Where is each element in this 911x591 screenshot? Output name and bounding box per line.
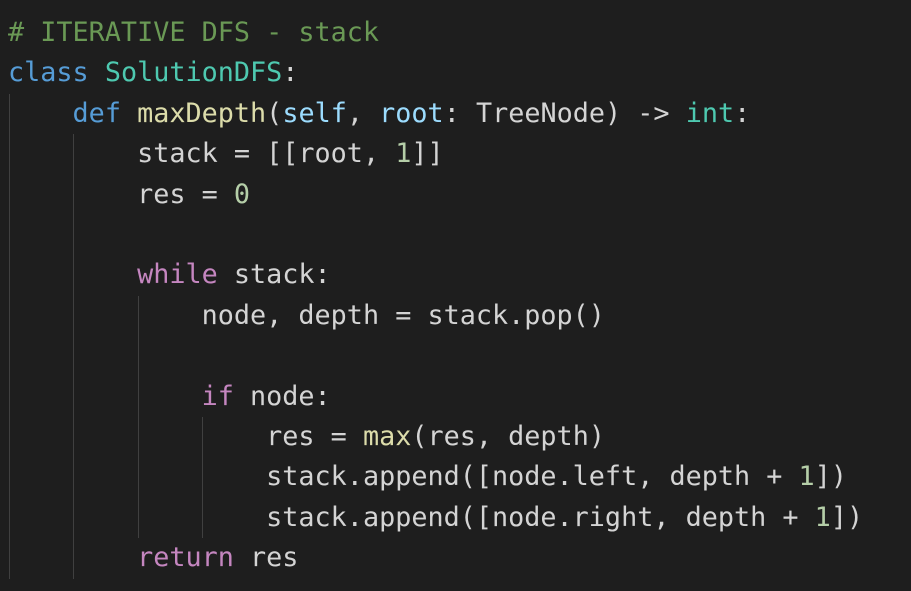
code-token: # ITERATIVE DFS - stack — [8, 17, 380, 48]
code-line: res = 0 — [8, 175, 250, 215]
code-token: res — [233, 542, 299, 574]
code-token: node, depth = stack.pop() — [201, 299, 605, 331]
code-token: ]) — [830, 501, 864, 533]
code-token: ]] — [411, 138, 444, 170]
code-token: if — [201, 380, 234, 412]
code-token: : — [734, 97, 751, 129]
code-token: def — [72, 97, 121, 129]
code-token: 1 — [395, 138, 412, 170]
code-token: stack.append([node.left, depth + — [266, 461, 799, 493]
code-token: ( — [266, 97, 283, 129]
code-token: while — [137, 259, 218, 291]
code-token: int — [685, 97, 735, 129]
code-token: SolutionDFS — [104, 57, 283, 89]
code-token: (res, depth) — [411, 421, 605, 452]
code-line: res = max(res, depth) — [8, 417, 605, 457]
code-token: 1 — [814, 501, 831, 533]
code-token: : — [282, 57, 299, 89]
code-token: return — [137, 542, 234, 574]
code-token: maxDepth — [137, 97, 267, 129]
code-token: , — [346, 97, 380, 129]
code-line: while stack: — [8, 255, 331, 295]
code-line: stack = [[root, 1]] — [8, 134, 444, 174]
code-line: def maxDepth(self, root: TreeNode) -> in… — [8, 94, 751, 134]
code-line: stack.append([node.left, depth + 1]) — [8, 457, 847, 497]
code-line: stack.append([node.right, depth + 1]) — [8, 498, 863, 538]
code-token: res = — [137, 178, 234, 210]
code-line: node, depth = stack.pop() — [8, 296, 605, 336]
code-token: 1 — [798, 461, 815, 493]
code-token: root — [379, 97, 444, 129]
code-token: : TreeNode) -> — [443, 97, 686, 129]
code-token: stack = [[root, — [137, 138, 396, 170]
code-token: ]) — [814, 461, 847, 493]
code-line: class SolutionDFS: — [8, 53, 298, 93]
code-token: 0 — [233, 178, 251, 210]
code-token: node: — [233, 380, 331, 412]
code-line: # ITERATIVE DFS - stack — [8, 13, 379, 53]
code-token: max — [362, 421, 412, 452]
code-token: res = — [266, 421, 363, 452]
code-token: class — [8, 57, 89, 89]
code-token: stack: — [217, 259, 331, 291]
code-line: if node: — [8, 377, 331, 417]
code-token: self — [282, 97, 347, 129]
code-token: stack.append([node.right, depth + — [266, 501, 815, 533]
code-line: return res — [8, 538, 298, 578]
code-editor[interactable]: # ITERATIVE DFS - stack class SolutionDFS… — [0, 0, 911, 591]
